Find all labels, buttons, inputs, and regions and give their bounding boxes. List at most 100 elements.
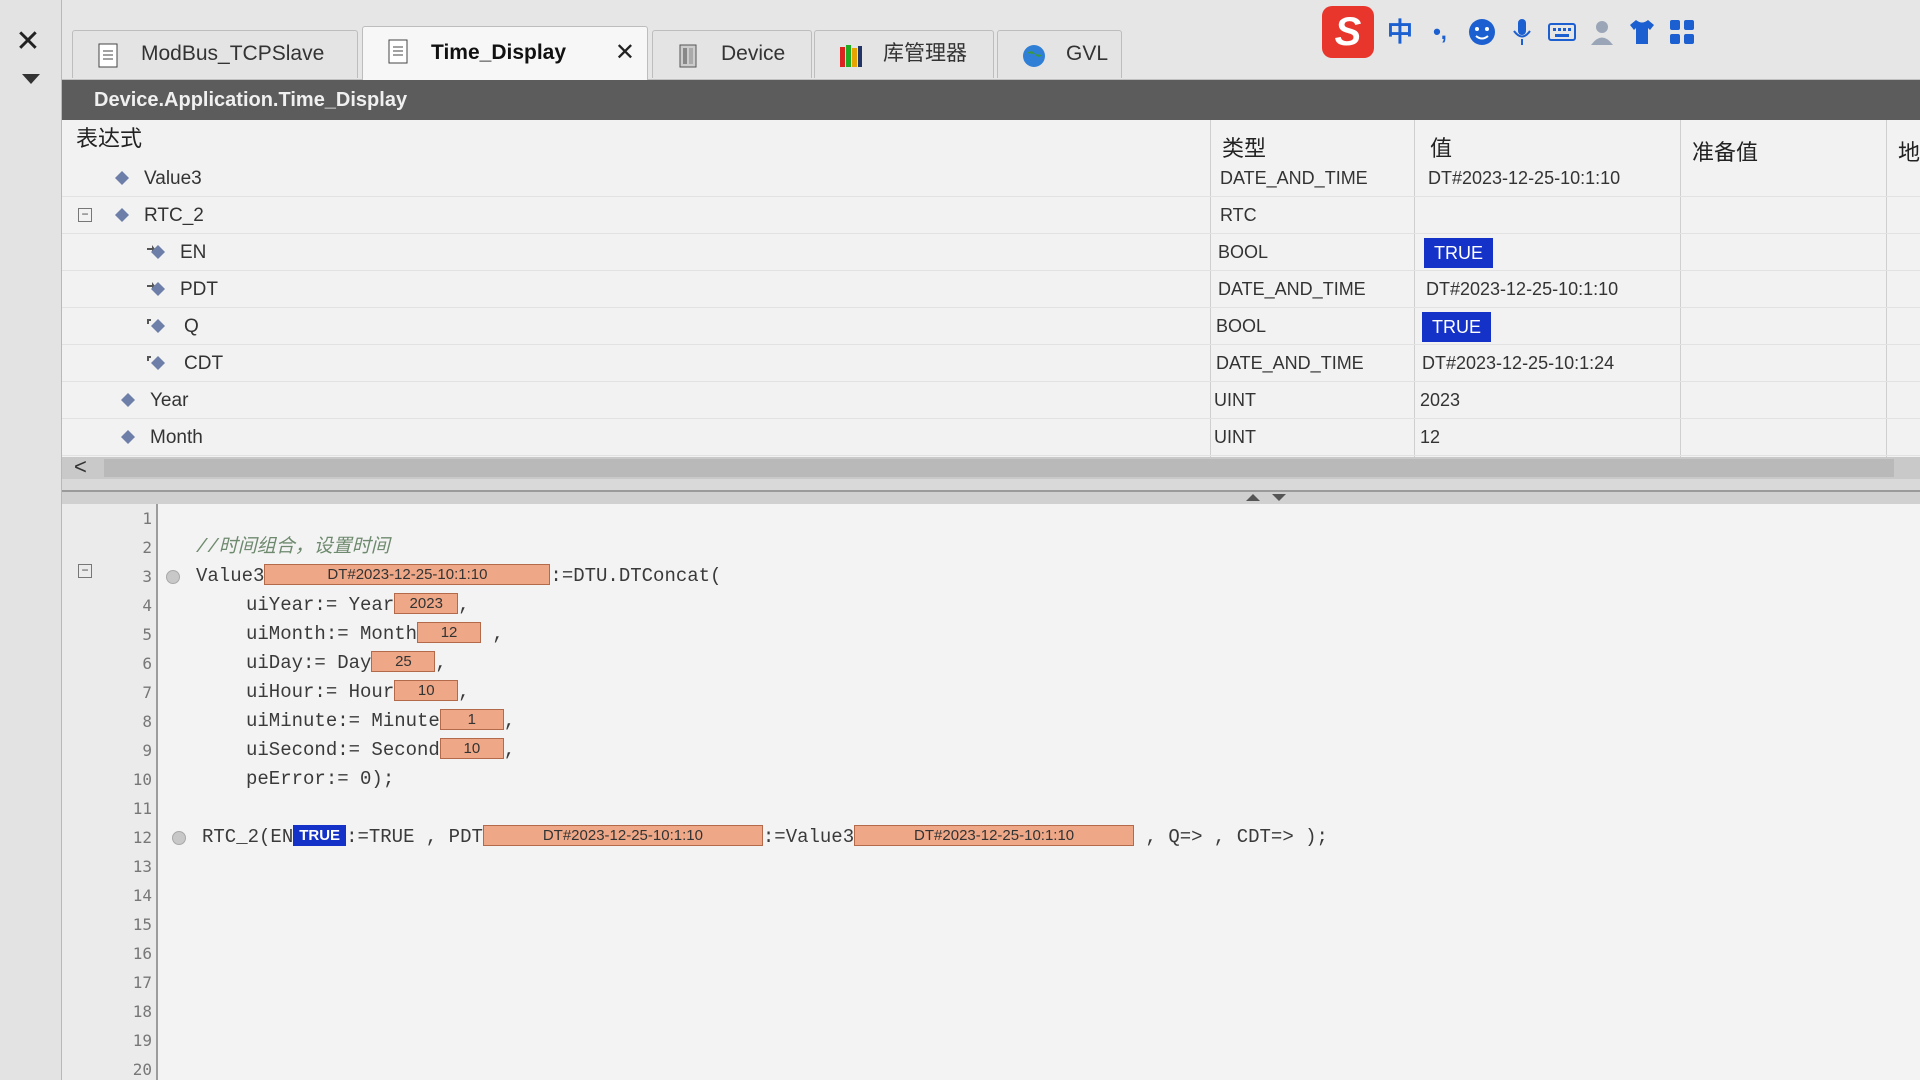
tab-library-manager[interactable]: 库管理器 <box>814 30 994 78</box>
code-line-10: peError:= 0); <box>246 765 394 794</box>
code-line-9: uiSecond:= Second 10, <box>246 736 515 765</box>
tab-gvl[interactable]: GVL <box>997 30 1122 78</box>
chinese-mode-icon[interactable]: 中 <box>1384 16 1416 48</box>
collapse-icon[interactable]: − <box>78 208 92 222</box>
watch-row[interactable]: PDT DATE_AND_TIME DT#2023-12-25-10:1:10 <box>62 271 1920 308</box>
monitor-value[interactable]: DT#2023-12-25-10:1:10 <box>264 563 551 585</box>
monitor-value[interactable]: 10 <box>439 737 504 759</box>
watch-table: 表达式 类型 值 准备值 地 Value3 DATE_AND_TIME DT#2… <box>62 120 1920 479</box>
globe-icon <box>1023 45 1045 67</box>
horizontal-scrollbar[interactable]: < <box>62 456 1920 479</box>
row-type: BOOL <box>1218 242 1269 262</box>
dropdown-arrow-icon[interactable] <box>22 74 40 84</box>
editor-title: Device.Application.Time_Display <box>62 80 1920 120</box>
breakpoint-marker[interactable] <box>166 570 180 584</box>
split-up-icon[interactable] <box>1246 494 1260 501</box>
input-variable-icon <box>147 245 165 259</box>
row-expression: EN <box>180 242 207 263</box>
row-expression: RTC_2 <box>144 205 204 226</box>
watch-row[interactable]: CDT DATE_AND_TIME DT#2023-12-25-10:1:24 <box>62 345 1920 382</box>
watch-row[interactable]: − RTC_2 RTC <box>62 197 1920 234</box>
line-number: 16 <box>132 944 152 963</box>
code-line-5: uiMonth:= Month 12 , <box>246 620 504 649</box>
line-number: 9 <box>142 741 152 760</box>
left-strip: ✕ <box>0 0 62 1080</box>
row-value: 12 <box>1420 427 1441 447</box>
user-icon[interactable] <box>1586 16 1618 48</box>
code-line-12: RTC_2(EN TRUE:=TRUE , PDT DT#2023-12-25-10… <box>202 823 1328 852</box>
code-text: , Q=> , CDT=> ); <box>1134 826 1328 848</box>
keyboard-icon[interactable] <box>1546 16 1578 48</box>
line-number: 15 <box>132 915 152 934</box>
code-text: RTC_2(EN <box>202 826 294 848</box>
true-badge: TRUE <box>1424 238 1493 268</box>
tab-label: GVL <box>1066 42 1109 65</box>
row-type: DATE_AND_TIME <box>1218 279 1366 299</box>
pane-splitter[interactable] <box>62 490 1920 504</box>
code-line-6: uiDay:= Day 25, <box>246 649 447 678</box>
true-badge: TRUE <box>1422 312 1491 342</box>
emoji-icon[interactable] <box>1466 16 1498 48</box>
document-icon <box>98 43 118 68</box>
line-number: 14 <box>132 886 152 905</box>
tab-close-icon[interactable]: ✕ <box>615 27 635 79</box>
monitor-value[interactable]: 10 <box>394 679 459 701</box>
fold-toggle-icon[interactable]: − <box>78 564 92 578</box>
code-text: uiYear:= Year <box>246 594 395 616</box>
line-number: 18 <box>132 1002 152 1021</box>
tab-modbus-tcpslave[interactable]: ModBus_TCPSlave <box>72 30 358 78</box>
document-icon <box>388 39 408 64</box>
row-expression: Value3 <box>144 168 202 189</box>
punctuation-icon[interactable]: •, <box>1424 16 1456 48</box>
output-variable-icon <box>147 356 165 370</box>
library-books-icon <box>840 45 862 67</box>
line-number: 1 <box>142 509 152 528</box>
microphone-icon[interactable] <box>1506 16 1538 48</box>
watch-row[interactable]: EN BOOL TRUE <box>62 234 1920 271</box>
input-variable-icon <box>147 282 165 296</box>
ime-toolbar: S 中 •, <box>1318 0 1698 66</box>
row-expression: Year <box>150 390 189 411</box>
watch-row[interactable]: Value3 DATE_AND_TIME DT#2023-12-25-10:1:… <box>62 160 1920 197</box>
code-text: , <box>458 681 470 703</box>
line-number-gutter: 1 2 3 4 5 6 7 8 9 10 11 12 13 14 15 16 1… <box>62 504 158 1080</box>
skin-shirt-icon[interactable] <box>1626 16 1658 48</box>
monitor-value[interactable]: 25 <box>371 650 436 672</box>
line-number: 8 <box>142 712 152 731</box>
sogou-logo-icon[interactable]: S <box>1322 6 1374 58</box>
row-expression: Q <box>184 316 199 337</box>
line-number: 3 <box>142 567 152 586</box>
split-down-icon[interactable] <box>1272 494 1286 501</box>
line-number: 2 <box>142 538 152 557</box>
monitor-value[interactable]: DT#2023-12-25-10:1:10 <box>854 824 1135 846</box>
row-type: UINT <box>1214 427 1256 447</box>
watch-row[interactable]: Q BOOL TRUE <box>62 308 1920 345</box>
row-value: DT#2023-12-25-10:1:24 <box>1422 353 1615 373</box>
monitor-value-true[interactable]: TRUE <box>293 824 347 846</box>
close-icon[interactable]: ✕ <box>8 22 48 62</box>
monitor-value[interactable]: DT#2023-12-25-10:1:10 <box>482 824 763 846</box>
monitor-value[interactable]: 12 <box>417 621 482 643</box>
tab-time-display[interactable]: Time_Display ✕ <box>362 26 648 80</box>
code-line-8: uiMinute:= Minute 1, <box>246 707 515 736</box>
apps-grid-icon[interactable] <box>1666 16 1698 48</box>
code-text: uiDay:= Day <box>246 652 372 674</box>
monitor-value[interactable]: 1 <box>439 708 504 730</box>
watch-row[interactable]: Year UINT 2023 <box>62 382 1920 419</box>
row-expression: PDT <box>180 279 218 300</box>
code-editor[interactable]: 1 2 3 4 5 6 7 8 9 10 11 12 13 14 15 16 1… <box>62 504 1920 1080</box>
code-text: Value3 <box>196 565 265 587</box>
line-number: 13 <box>132 857 152 876</box>
tab-device[interactable]: Device <box>652 30 812 78</box>
row-type: DATE_AND_TIME <box>1216 353 1364 373</box>
watch-row[interactable]: Month UINT 12 <box>62 419 1920 456</box>
code-line-4: uiYear:= Year 2023, <box>246 591 470 620</box>
code-text: :=DTU.DTConcat( <box>550 565 722 587</box>
breakpoint-marker[interactable] <box>172 831 186 845</box>
scrollbar-thumb[interactable] <box>104 459 1894 477</box>
code-text: , <box>458 594 470 616</box>
scroll-left-icon[interactable]: < <box>74 456 87 478</box>
line-number: 10 <box>132 770 152 789</box>
output-variable-icon <box>147 319 165 333</box>
monitor-value[interactable]: 2023 <box>394 592 459 614</box>
